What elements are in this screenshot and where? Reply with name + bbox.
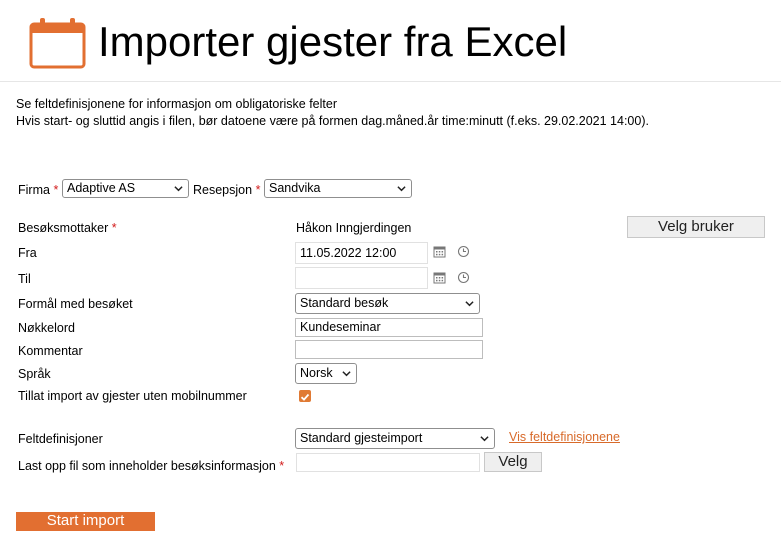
keyword-label: Nøkkelord: [18, 321, 75, 335]
purpose-label: Formål med besøket: [18, 297, 133, 311]
info-line-2: Hvis start- og sluttid angis i filen, bø…: [16, 114, 649, 128]
from-label: Fra: [18, 246, 37, 260]
host-label: Besøksmottaker *: [18, 221, 117, 235]
header-divider: [0, 81, 781, 82]
clock-icon[interactable]: [457, 271, 470, 284]
comment-label: Kommentar: [18, 344, 83, 358]
from-datetime-input[interactable]: 11.05.2022 12:00: [295, 242, 428, 264]
chevron-down-icon: [174, 186, 183, 192]
reception-label: Resepsjon *: [193, 183, 261, 197]
calendar-icon: [29, 17, 87, 69]
field-definitions-label: Feltdefinisjoner: [18, 432, 103, 446]
field-definitions-select[interactable]: Standard gjesteimport: [295, 428, 495, 449]
upload-file-input[interactable]: [296, 453, 480, 472]
show-field-definitions-link[interactable]: Vis feltdefinisjonene: [509, 430, 620, 444]
page-title: Importer gjester fra Excel: [98, 18, 568, 65]
purpose-select[interactable]: Standard besøk: [295, 293, 480, 314]
chevron-down-icon: [342, 371, 351, 377]
calendar-picker-icon[interactable]: [433, 271, 446, 284]
company-select[interactable]: Adaptive AS: [62, 179, 189, 198]
allow-no-mobile-checkbox[interactable]: [299, 390, 311, 402]
clock-icon[interactable]: [457, 245, 470, 258]
keyword-input[interactable]: Kundeseminar: [295, 318, 483, 337]
chevron-down-icon: [480, 436, 489, 442]
language-label: Språk: [18, 367, 51, 381]
language-select[interactable]: Norsk: [295, 363, 357, 384]
select-user-button[interactable]: Velg bruker: [627, 216, 765, 238]
calendar-picker-icon[interactable]: [433, 245, 446, 258]
start-import-button[interactable]: Start import: [16, 512, 155, 531]
allow-no-mobile-label: Tillat import av gjester uten mobilnumme…: [18, 389, 247, 403]
to-datetime-input[interactable]: [295, 267, 428, 289]
chevron-down-icon: [397, 186, 406, 192]
company-label: Firma *: [18, 183, 59, 197]
to-label: Til: [18, 272, 31, 286]
host-value: Håkon Inngjerdingen: [296, 221, 412, 235]
chevron-down-icon: [465, 301, 474, 307]
reception-select[interactable]: Sandvika: [264, 179, 412, 198]
checkmark-icon: [300, 393, 310, 401]
upload-label: Last opp fil som inneholder besøksinform…: [18, 459, 285, 473]
comment-input[interactable]: [295, 340, 483, 359]
choose-file-button[interactable]: Velg: [484, 452, 542, 472]
info-line-1: Se feltdefinisjonene for informasjon om …: [16, 97, 338, 111]
